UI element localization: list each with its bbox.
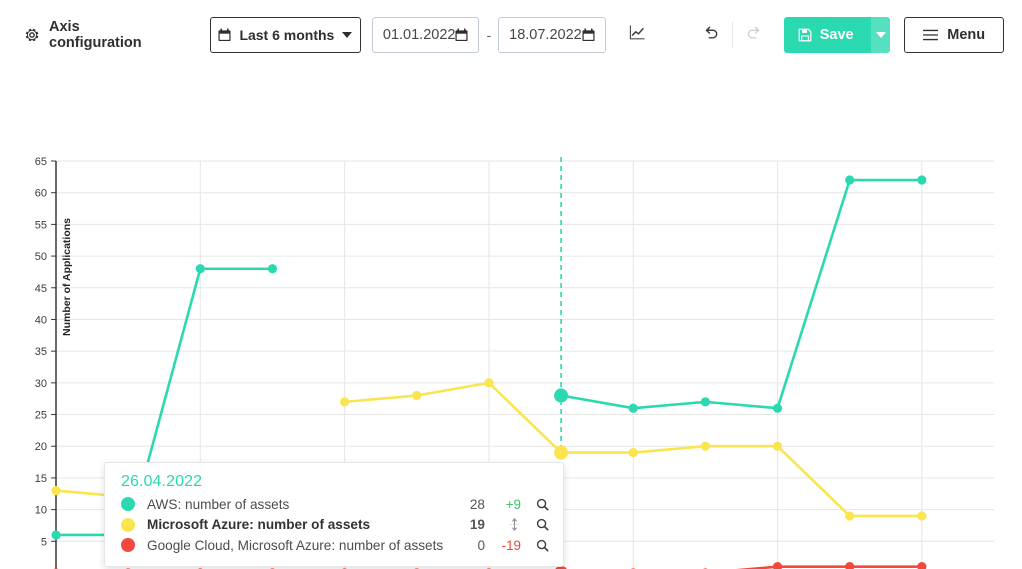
calendar-icon[interactable] (455, 28, 468, 42)
date-to-value: 18.07.2022 (509, 27, 582, 43)
data-point[interactable] (554, 445, 569, 460)
redo-button[interactable] (737, 17, 770, 53)
data-point[interactable] (845, 562, 855, 569)
chevron-down-icon (875, 32, 886, 38)
tooltip-row[interactable]: Google Cloud, Microsoft Azure: number of… (121, 535, 549, 556)
y-axis-tick-label: 25 (35, 410, 47, 422)
move-vertical-icon (508, 518, 521, 531)
data-point[interactable] (267, 264, 278, 274)
axis-configuration-label: Axis configuration (49, 19, 142, 51)
data-point[interactable] (628, 403, 638, 413)
data-point[interactable] (917, 562, 927, 569)
toolbar: Axis configuration Last 6 months 01.01.2… (0, 0, 1022, 70)
floppy-disk-icon (798, 28, 812, 42)
data-point[interactable] (917, 175, 927, 185)
data-point[interactable] (340, 397, 350, 407)
series-color-dot-gcp (121, 538, 135, 553)
data-point[interactable] (51, 486, 61, 496)
range-preset-label: Last 6 months (239, 27, 335, 43)
tooltip-series-name: Microsoft Azure: number of assets (147, 517, 371, 533)
menu-label: Menu (947, 27, 986, 43)
date-from-input[interactable]: 01.01.2022 (371, 17, 480, 53)
calendar-icon (218, 28, 231, 42)
y-axis-tick-label: 50 (35, 251, 47, 263)
range-preset-dropdown[interactable]: Last 6 months (210, 17, 361, 53)
tooltip-series-value: 19 (469, 517, 485, 533)
tooltip-row[interactable]: Microsoft Azure: number of assets 19 (121, 515, 549, 536)
series-color-dot-azure (121, 517, 135, 532)
redo-icon (745, 24, 762, 46)
data-point[interactable] (484, 378, 494, 388)
gear-icon (24, 27, 40, 43)
y-axis-tick-label: 20 (35, 441, 47, 453)
data-point[interactable] (412, 390, 422, 401)
y-axis-tick-label: 60 (35, 188, 47, 200)
chart-tooltip[interactable]: 26.04.2022 AWS: number of assets 28 +9 M… (104, 462, 564, 567)
series-line[interactable] (559, 178, 924, 410)
y-axis-tick-label: 45 (35, 283, 47, 295)
search-icon (536, 519, 549, 531)
data-point[interactable] (700, 441, 710, 451)
undo-button[interactable] (695, 17, 728, 53)
data-point[interactable] (845, 511, 855, 521)
save-label: Save (819, 27, 854, 43)
tooltip-series-value: 28 (469, 496, 485, 512)
axis-configuration-button[interactable]: Axis configuration (24, 19, 165, 51)
magnifier-button[interactable] (523, 518, 549, 531)
data-point[interactable] (772, 441, 783, 451)
tooltip-series-value: 0 (477, 537, 485, 553)
tooltip-date: 26.04.2022 (121, 473, 203, 490)
chart-area[interactable]: 0 5 10 15 20 25 30 35 40 45 50 55 60 65 Number of Appl… (0, 70, 1022, 569)
save-button-group: Save (783, 17, 891, 53)
y-axis-tick-label: 55 (35, 219, 47, 231)
undo-icon (703, 24, 720, 46)
chevron-down-icon (342, 32, 353, 38)
y-axis-tick-label: 40 (35, 314, 47, 326)
tooltip-series-name: AWS: number of assets (147, 496, 290, 512)
chart-type-button[interactable] (621, 17, 654, 53)
y-axis-title: Number of Applications (61, 218, 73, 336)
data-point[interactable] (51, 530, 61, 540)
y-axis-tick-label: 65 (35, 156, 47, 168)
y-axis-tick-label: 35 (35, 346, 47, 358)
tooltip-row[interactable]: AWS: number of assets 28 +9 (121, 494, 549, 515)
data-point[interactable] (628, 447, 638, 458)
toolbar-divider (732, 22, 734, 48)
save-dropdown-button[interactable] (870, 17, 891, 53)
search-icon (536, 539, 549, 552)
data-point[interactable] (195, 264, 205, 274)
data-point[interactable] (554, 388, 569, 403)
data-point[interactable] (772, 403, 783, 413)
save-button[interactable]: Save (783, 17, 871, 53)
line-chart-icon (629, 24, 646, 46)
date-from-value: 01.01.2022 (382, 27, 456, 43)
series-color-dot-aws (121, 497, 135, 512)
y-axis-tick-label: 10 (35, 505, 47, 517)
search-icon (536, 498, 549, 511)
y-axis-tick-label: 5 (41, 536, 47, 548)
date-to-input[interactable]: 18.07.2022 (498, 17, 606, 53)
hamburger-icon (923, 29, 939, 41)
calendar-icon[interactable] (582, 28, 595, 42)
date-range-separator: - (486, 27, 492, 43)
y-axis-tick-label: 30 (35, 378, 47, 390)
tooltip-series-name: Google Cloud, Microsoft Azure: number of… (147, 537, 444, 553)
y-axis-tick-label: 15 (35, 473, 47, 485)
tooltip-series-delta: -19 (501, 537, 521, 553)
data-point[interactable] (917, 511, 927, 521)
tooltip-series-delta (485, 517, 523, 532)
menu-button[interactable]: Menu (904, 17, 1004, 53)
data-point[interactable] (845, 175, 855, 185)
magnifier-button[interactable] (523, 539, 549, 552)
tooltip-series-delta: +9 (505, 496, 521, 512)
data-point[interactable] (772, 562, 783, 569)
data-point[interactable] (700, 397, 710, 407)
magnifier-button[interactable] (523, 498, 549, 511)
